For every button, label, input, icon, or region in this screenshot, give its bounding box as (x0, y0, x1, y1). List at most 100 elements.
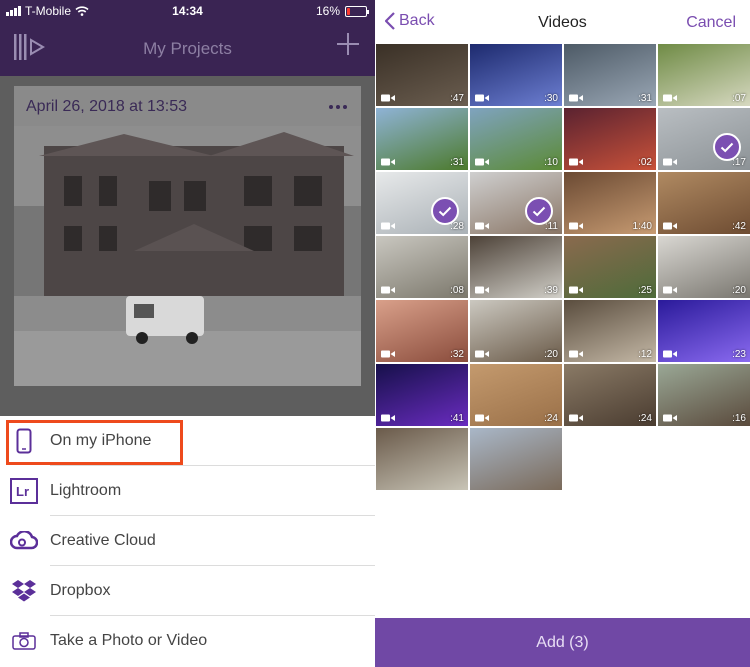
add-button[interactable]: Add (3) (375, 618, 750, 667)
video-thumbnail[interactable]: :31 (376, 108, 468, 170)
video-thumbnail[interactable]: :42 (658, 172, 750, 234)
project-date: April 26, 2018 at 13:53 (26, 98, 188, 115)
video-duration: :47 (450, 93, 464, 104)
menu-item-label: Take a Photo or Video (50, 632, 208, 649)
add-label: Add (3) (536, 634, 589, 651)
video-camera-icon (381, 94, 395, 102)
video-duration: :10 (544, 157, 558, 168)
video-camera-icon (475, 222, 489, 230)
project-thumbnail[interactable] (14, 126, 361, 386)
selected-check-icon (525, 197, 553, 225)
creative-cloud-icon (10, 527, 38, 555)
video-camera-icon (569, 158, 583, 166)
left-screen: T-Mobile 14:34 16% My Projects April 26,… (0, 0, 375, 667)
menu-item-dropbox[interactable]: Dropbox (0, 566, 375, 616)
menu-item-label: Dropbox (50, 582, 111, 599)
video-thumbnail[interactable]: :02 (564, 108, 656, 170)
video-camera-icon (569, 350, 583, 358)
video-camera-icon (381, 414, 395, 422)
video-duration: :42 (732, 221, 746, 232)
video-duration: :31 (450, 157, 464, 168)
menu-item-lightroom[interactable]: Lr Lightroom (0, 466, 375, 516)
video-thumbnail[interactable]: :41 (376, 364, 468, 426)
selected-check-icon (713, 133, 741, 161)
video-duration: :23 (732, 349, 746, 360)
menu-item-creative-cloud[interactable]: Creative Cloud (0, 516, 375, 566)
video-duration: :24 (544, 413, 558, 424)
video-duration: :30 (544, 93, 558, 104)
video-camera-icon (663, 350, 677, 358)
battery-icon (345, 5, 369, 17)
video-camera-icon (569, 414, 583, 422)
battery-group: 16% (315, 4, 369, 18)
video-camera-icon (663, 286, 677, 294)
video-thumbnail[interactable]: :24 (470, 364, 562, 426)
video-camera-icon (475, 158, 489, 166)
video-thumbnail[interactable]: :31 (564, 44, 656, 106)
video-thumbnail[interactable]: :16 (658, 364, 750, 426)
video-duration: :02 (638, 157, 652, 168)
video-camera-icon (381, 286, 395, 294)
video-thumbnail[interactable] (470, 428, 562, 490)
video-thumbnail[interactable]: :39 (470, 236, 562, 298)
video-camera-icon (663, 414, 677, 422)
video-duration: :12 (638, 349, 652, 360)
video-camera-icon (381, 350, 395, 358)
highlight-box (6, 420, 183, 465)
lightroom-icon: Lr (10, 477, 38, 505)
building-scene-image (14, 126, 361, 386)
video-thumbnail[interactable]: :28 (376, 172, 468, 234)
battery-percent: 16% (315, 4, 340, 18)
project-card-header[interactable]: April 26, 2018 at 13:53 (14, 86, 361, 126)
video-camera-icon (475, 414, 489, 422)
dropbox-icon (10, 577, 38, 605)
video-thumbnail[interactable]: :12 (564, 300, 656, 362)
video-thumbnail[interactable]: 1:40 (564, 172, 656, 234)
video-duration: :20 (732, 285, 746, 296)
video-thumbnail[interactable]: :07 (658, 44, 750, 106)
video-camera-icon (663, 222, 677, 230)
camera-icon (10, 627, 38, 655)
video-thumbnail[interactable]: :20 (658, 236, 750, 298)
video-thumbnail[interactable]: :11 (470, 172, 562, 234)
menu-item-take-photo[interactable]: Take a Photo or Video (0, 616, 375, 666)
video-duration: :20 (544, 349, 558, 360)
video-thumbnail[interactable]: :20 (470, 300, 562, 362)
video-camera-icon (475, 94, 489, 102)
video-thumbnail[interactable]: :25 (564, 236, 656, 298)
video-duration: :24 (638, 413, 652, 424)
video-thumbnail[interactable]: :32 (376, 300, 468, 362)
right-screen: Back Videos Cancel :47:30:31:07:31:10:02… (375, 0, 750, 667)
video-duration: :39 (544, 285, 558, 296)
video-thumbnail[interactable]: :17 (658, 108, 750, 170)
video-camera-icon (569, 222, 583, 230)
video-duration: :11 (544, 221, 558, 232)
page-title: My Projects (143, 39, 232, 58)
video-thumbnail[interactable]: :47 (376, 44, 468, 106)
video-camera-icon (663, 94, 677, 102)
video-camera-icon (569, 286, 583, 294)
video-thumbnail[interactable]: :23 (658, 300, 750, 362)
selected-check-icon (431, 197, 459, 225)
video-thumbnail[interactable]: :08 (376, 236, 468, 298)
video-duration: :25 (638, 285, 652, 296)
video-duration: :08 (450, 285, 464, 296)
plus-icon[interactable] (335, 31, 361, 57)
video-thumbnail[interactable]: :24 (564, 364, 656, 426)
video-duration: :16 (732, 413, 746, 424)
svg-text:Lr: Lr (16, 484, 29, 499)
video-camera-icon (475, 286, 489, 294)
video-thumbnail[interactable] (376, 428, 468, 490)
video-thumbnail[interactable]: :10 (470, 108, 562, 170)
video-camera-icon (381, 222, 395, 230)
video-duration: :31 (638, 93, 652, 104)
video-duration: :41 (450, 413, 464, 424)
cancel-button[interactable]: Cancel (686, 14, 736, 32)
video-thumbnail[interactable]: :30 (470, 44, 562, 106)
video-duration: :07 (732, 93, 746, 104)
app-header: My Projects (0, 22, 375, 76)
video-camera-icon (569, 94, 583, 102)
video-camera-icon (381, 158, 395, 166)
video-camera-icon (475, 350, 489, 358)
more-options-icon[interactable] (329, 105, 347, 109)
